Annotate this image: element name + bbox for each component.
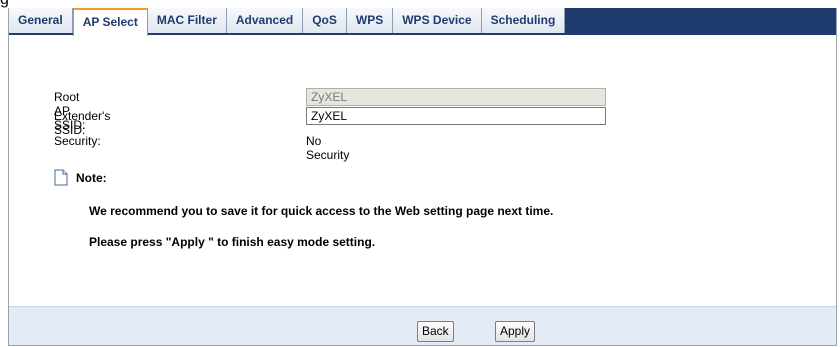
tab-qos[interactable]: QoS bbox=[303, 8, 347, 33]
tab-scheduling[interactable]: Scheduling bbox=[481, 8, 566, 33]
settings-panel: General AP Select MAC Filter Advanced Qo… bbox=[8, 8, 837, 346]
security-label: Security: bbox=[54, 134, 101, 148]
tab-advanced[interactable]: Advanced bbox=[226, 8, 304, 33]
document-icon bbox=[54, 169, 68, 186]
tab-wps-device[interactable]: WPS Device bbox=[393, 8, 482, 33]
extender-ssid-input[interactable] bbox=[306, 107, 606, 125]
note-line-1: We recommend you to save it for quick ac… bbox=[89, 204, 554, 218]
note-title: Note: bbox=[76, 170, 107, 185]
security-value: No Security bbox=[306, 134, 350, 162]
extender-ssid-label: Extender's SSID: bbox=[54, 109, 111, 137]
apply-button[interactable]: Apply bbox=[495, 321, 536, 342]
tab-wps[interactable]: WPS bbox=[346, 8, 394, 33]
back-button[interactable]: Back bbox=[417, 321, 454, 342]
root-ap-ssid-field bbox=[306, 88, 606, 106]
note-line-2: Please press "Apply " to finish easy mod… bbox=[89, 235, 376, 249]
tab-ap-select[interactable]: AP Select bbox=[72, 8, 148, 36]
tab-general[interactable]: General bbox=[9, 8, 73, 33]
tab-mac-filter[interactable]: MAC Filter bbox=[147, 8, 227, 33]
button-bar: Back Apply bbox=[9, 306, 836, 345]
tab-bar: General AP Select MAC Filter Advanced Qo… bbox=[9, 8, 836, 36]
tab-bar-filler bbox=[565, 8, 836, 33]
note-heading: Note: bbox=[54, 169, 107, 186]
